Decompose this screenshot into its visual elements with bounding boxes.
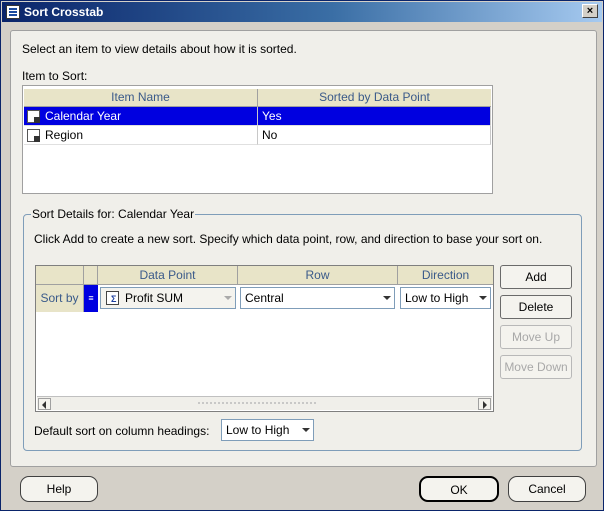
delete-button[interactable]: Delete [500,295,572,319]
app-icon [6,5,20,19]
sort-details-legend: Sort Details for: Calendar Year [31,207,196,221]
direction-select[interactable]: Low to High [400,287,491,309]
close-button[interactable]: × [582,4,598,18]
column-header-row[interactable]: Row [238,266,398,285]
item-name: Region [45,128,84,142]
column-header-direction[interactable]: Direction [398,266,493,285]
sort-details-help-text: Click Add to create a new sort. Specify … [34,232,543,246]
scrollbar-grip [197,401,317,406]
sorted-value: Yes [258,107,491,126]
instructions-text: Select an item to view details about how… [22,42,297,56]
move-up-button[interactable]: Move Up [500,325,572,349]
default-sort-select[interactable]: Low to High [221,419,314,441]
move-down-button[interactable]: Move Down [500,355,572,379]
ok-button[interactable]: OK [419,476,499,502]
chevron-down-icon [224,296,232,300]
data-point-value: Profit SUM [125,291,184,305]
column-header-sorted-by-data-point[interactable]: Sorted by Data Point [258,89,491,107]
direction-value: Low to High [405,291,469,305]
table-row-region[interactable]: Region No [24,126,491,145]
sort-crosstab-dialog: Sort Crosstab × Select an item to view d… [0,0,604,511]
chevron-down-icon [302,428,310,432]
column-header-data-point[interactable]: Data Point [98,266,238,285]
data-point-icon [106,291,119,305]
default-sort-label: Default sort on column headings: [34,424,210,438]
sorted-value: No [258,126,491,145]
window-title: Sort Crosstab [24,5,104,19]
row-marker[interactable]: ≡ [84,285,98,312]
chevron-down-icon [479,296,487,300]
row-select[interactable]: Central [240,287,395,309]
item-to-sort-label: Item to Sort: [22,69,88,83]
column-header-blank [36,266,84,285]
item-icon [27,110,40,123]
row-value: Central [245,291,284,305]
title-bar: Sort Crosstab × [2,2,602,22]
cancel-button[interactable]: Cancel [508,476,586,502]
table-row-calendar-year[interactable]: Calendar Year Yes [24,107,491,126]
sort-details-table: Data Point Row Direction Sort by ≡ Profi… [35,265,494,412]
scroll-left-icon[interactable] [38,398,51,410]
add-button[interactable]: Add [500,265,572,289]
item-to-sort-table: Item Name Sorted by Data Point Calendar … [22,85,493,194]
help-button[interactable]: Help [20,476,98,502]
item-name: Calendar Year [45,109,122,123]
chevron-down-icon [383,296,391,300]
default-sort-value: Low to High [226,423,290,437]
column-header-marker [84,266,98,285]
data-point-select[interactable]: Profit SUM [100,287,236,309]
scroll-right-icon[interactable] [478,398,491,410]
column-header-item-name[interactable]: Item Name [24,89,258,107]
sort-by-label: Sort by [36,285,84,312]
horizontal-scrollbar[interactable] [37,396,492,410]
item-icon [27,129,40,142]
